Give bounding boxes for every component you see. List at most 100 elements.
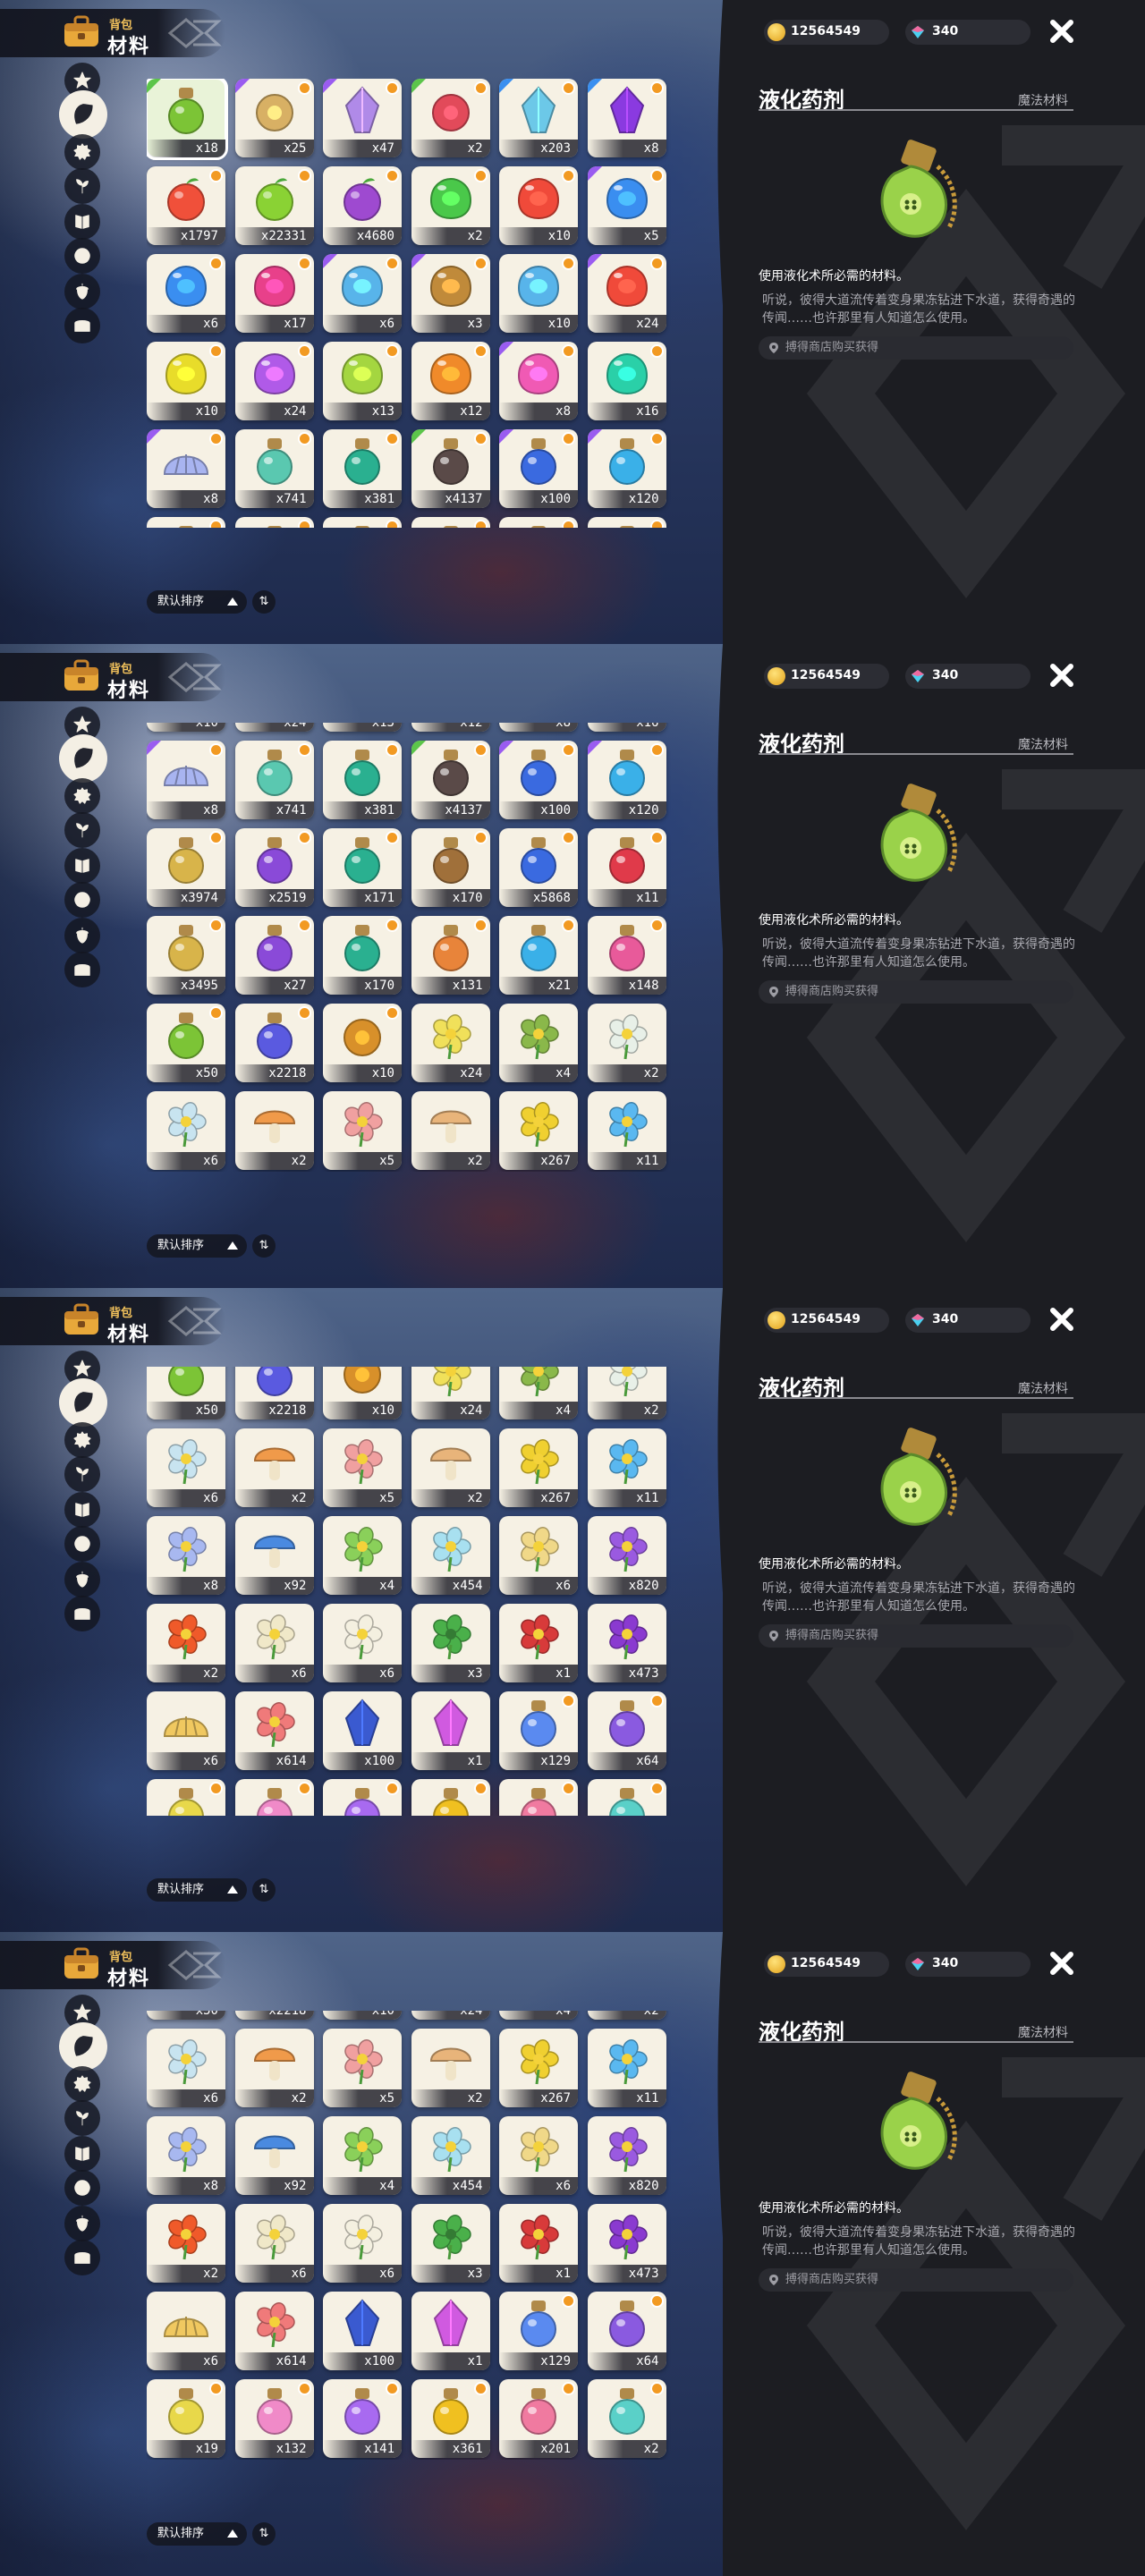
item-slot[interactable]: x18 [147, 79, 228, 160]
item-slot[interactable]: x10 [147, 723, 225, 732]
item-slot[interactable]: x1 [411, 1690, 490, 1770]
item-source[interactable]: 搏得商店购买获得 [759, 980, 1073, 1004]
category-tab-gear[interactable] [64, 2066, 100, 2102]
category-tab-chest[interactable] [64, 308, 100, 343]
item-slot[interactable]: x13 [323, 342, 402, 420]
item-slot[interactable]: x24 [411, 2011, 490, 2020]
category-tab-chest[interactable] [64, 952, 100, 987]
item-slot[interactable]: x8 [147, 740, 225, 819]
item-slot[interactable]: x267 [499, 1090, 578, 1170]
category-tab-acorn[interactable] [64, 274, 100, 309]
item-slot[interactable]: x741 [234, 429, 314, 508]
item-slot[interactable]: x12 [411, 723, 490, 732]
item-slot[interactable]: x4 [499, 2011, 578, 2020]
item-slot[interactable]: x361 [411, 1778, 490, 1816]
item-slot[interactable]: x171 [323, 517, 402, 528]
item-slot[interactable]: x8 [147, 429, 225, 508]
category-tab-gear[interactable] [64, 134, 100, 170]
item-slot[interactable]: x11 [587, 1428, 666, 1507]
item-slot[interactable]: x2218 [234, 1367, 314, 1419]
item-slot[interactable]: x820 [587, 1515, 666, 1595]
item-slot[interactable]: x4680 [323, 166, 402, 245]
item-slot[interactable]: x8 [147, 1515, 225, 1595]
item-slot[interactable]: x6 [234, 2203, 314, 2283]
item-slot[interactable]: x10 [499, 254, 578, 333]
item-slot[interactable]: x267 [499, 2028, 578, 2107]
item-slot[interactable]: x100 [323, 1690, 402, 1770]
item-slot[interactable]: x381 [323, 429, 402, 508]
item-slot[interactable]: x6 [147, 254, 225, 333]
category-tab-gear[interactable] [64, 1422, 100, 1458]
item-slot[interactable]: x10 [323, 1003, 402, 1082]
item-slot[interactable]: x120 [587, 429, 666, 508]
item-slot[interactable]: x6 [323, 254, 402, 333]
item-slot[interactable]: x100 [323, 2291, 402, 2370]
item-slot[interactable]: x2 [147, 2203, 225, 2283]
item-slot[interactable]: x2 [411, 2028, 490, 2107]
category-tab-chest[interactable] [64, 2240, 100, 2275]
item-slot[interactable]: x3974 [147, 517, 225, 528]
item-slot[interactable]: x4137 [411, 740, 490, 819]
category-tab-gear[interactable] [64, 778, 100, 814]
close-icon[interactable] [1047, 16, 1077, 47]
item-slot[interactable]: x24 [234, 342, 314, 420]
sort-order-toggle[interactable]: ⇅ [252, 590, 276, 614]
item-slot[interactable]: x24 [234, 723, 314, 732]
item-slot[interactable]: x473 [587, 2203, 666, 2283]
item-slot[interactable]: x170 [323, 915, 402, 995]
item-source[interactable]: 搏得商店购买获得 [759, 1624, 1073, 1648]
category-tab-leaf[interactable] [59, 90, 107, 139]
item-slot[interactable]: x614 [234, 1690, 314, 1770]
item-slot[interactable]: x1 [499, 2203, 578, 2283]
item-slot[interactable]: x3974 [147, 827, 225, 907]
category-tab-acorn[interactable] [64, 1562, 100, 1597]
item-slot[interactable]: x820 [587, 2115, 666, 2195]
item-slot[interactable]: x6 [234, 1603, 314, 1682]
item-slot[interactable]: x5868 [499, 827, 578, 907]
item-slot[interactable]: x11 [587, 2028, 666, 2107]
item-slot[interactable]: x19 [147, 2378, 225, 2458]
item-slot[interactable]: x2 [411, 166, 490, 245]
item-slot[interactable]: x2 [587, 1003, 666, 1082]
item-slot[interactable]: x6 [323, 1603, 402, 1682]
item-slot[interactable]: x4137 [411, 429, 490, 508]
item-slot[interactable]: x19 [147, 1778, 225, 1816]
item-slot[interactable]: x10 [147, 342, 225, 420]
item-slot[interactable]: x2 [147, 1603, 225, 1682]
sort-order-toggle[interactable]: ⇅ [252, 2522, 276, 2546]
item-slot[interactable]: x50 [147, 1003, 225, 1082]
item-slot[interactable]: x64 [587, 1690, 666, 1770]
category-tab-acorn[interactable] [64, 918, 100, 953]
item-slot[interactable]: x614 [234, 2291, 314, 2370]
item-slot[interactable]: x2218 [234, 1003, 314, 1082]
item-slot[interactable]: x267 [499, 1428, 578, 1507]
category-tab-acorn[interactable] [64, 2206, 100, 2241]
item-slot[interactable]: x5 [323, 2028, 402, 2107]
item-slot[interactable]: x2 [587, 1778, 666, 1816]
item-slot[interactable]: x47 [323, 79, 402, 157]
item-slot[interactable]: x8 [499, 723, 578, 732]
item-slot[interactable]: x100 [499, 740, 578, 819]
item-slot[interactable]: x129 [499, 2291, 578, 2370]
item-slot[interactable]: x1 [411, 2291, 490, 2370]
sort-order-toggle[interactable]: ⇅ [252, 1234, 276, 1258]
item-slot[interactable]: x16 [587, 723, 666, 732]
item-slot[interactable]: x2519 [234, 517, 314, 528]
item-slot[interactable]: x27 [234, 915, 314, 995]
item-slot[interactable]: x454 [411, 1515, 490, 1595]
item-slot[interactable]: x22331 [234, 166, 314, 245]
item-slot[interactable]: x8 [499, 342, 578, 420]
item-slot[interactable]: x92 [234, 1515, 314, 1595]
item-slot[interactable]: x2 [234, 1428, 314, 1507]
item-slot[interactable]: x10 [323, 1367, 402, 1419]
item-slot[interactable]: x141 [323, 1778, 402, 1816]
item-slot[interactable]: x11 [587, 827, 666, 907]
item-slot[interactable]: x4 [323, 1515, 402, 1595]
category-tab-sprout[interactable] [64, 168, 100, 204]
category-tab-sprout[interactable] [64, 812, 100, 848]
item-slot[interactable]: x64 [587, 2291, 666, 2370]
item-slot[interactable]: x473 [587, 1603, 666, 1682]
item-slot[interactable]: x6 [147, 1090, 225, 1170]
category-tab-leaf[interactable] [59, 1378, 107, 1427]
item-slot[interactable]: x2218 [234, 2011, 314, 2020]
